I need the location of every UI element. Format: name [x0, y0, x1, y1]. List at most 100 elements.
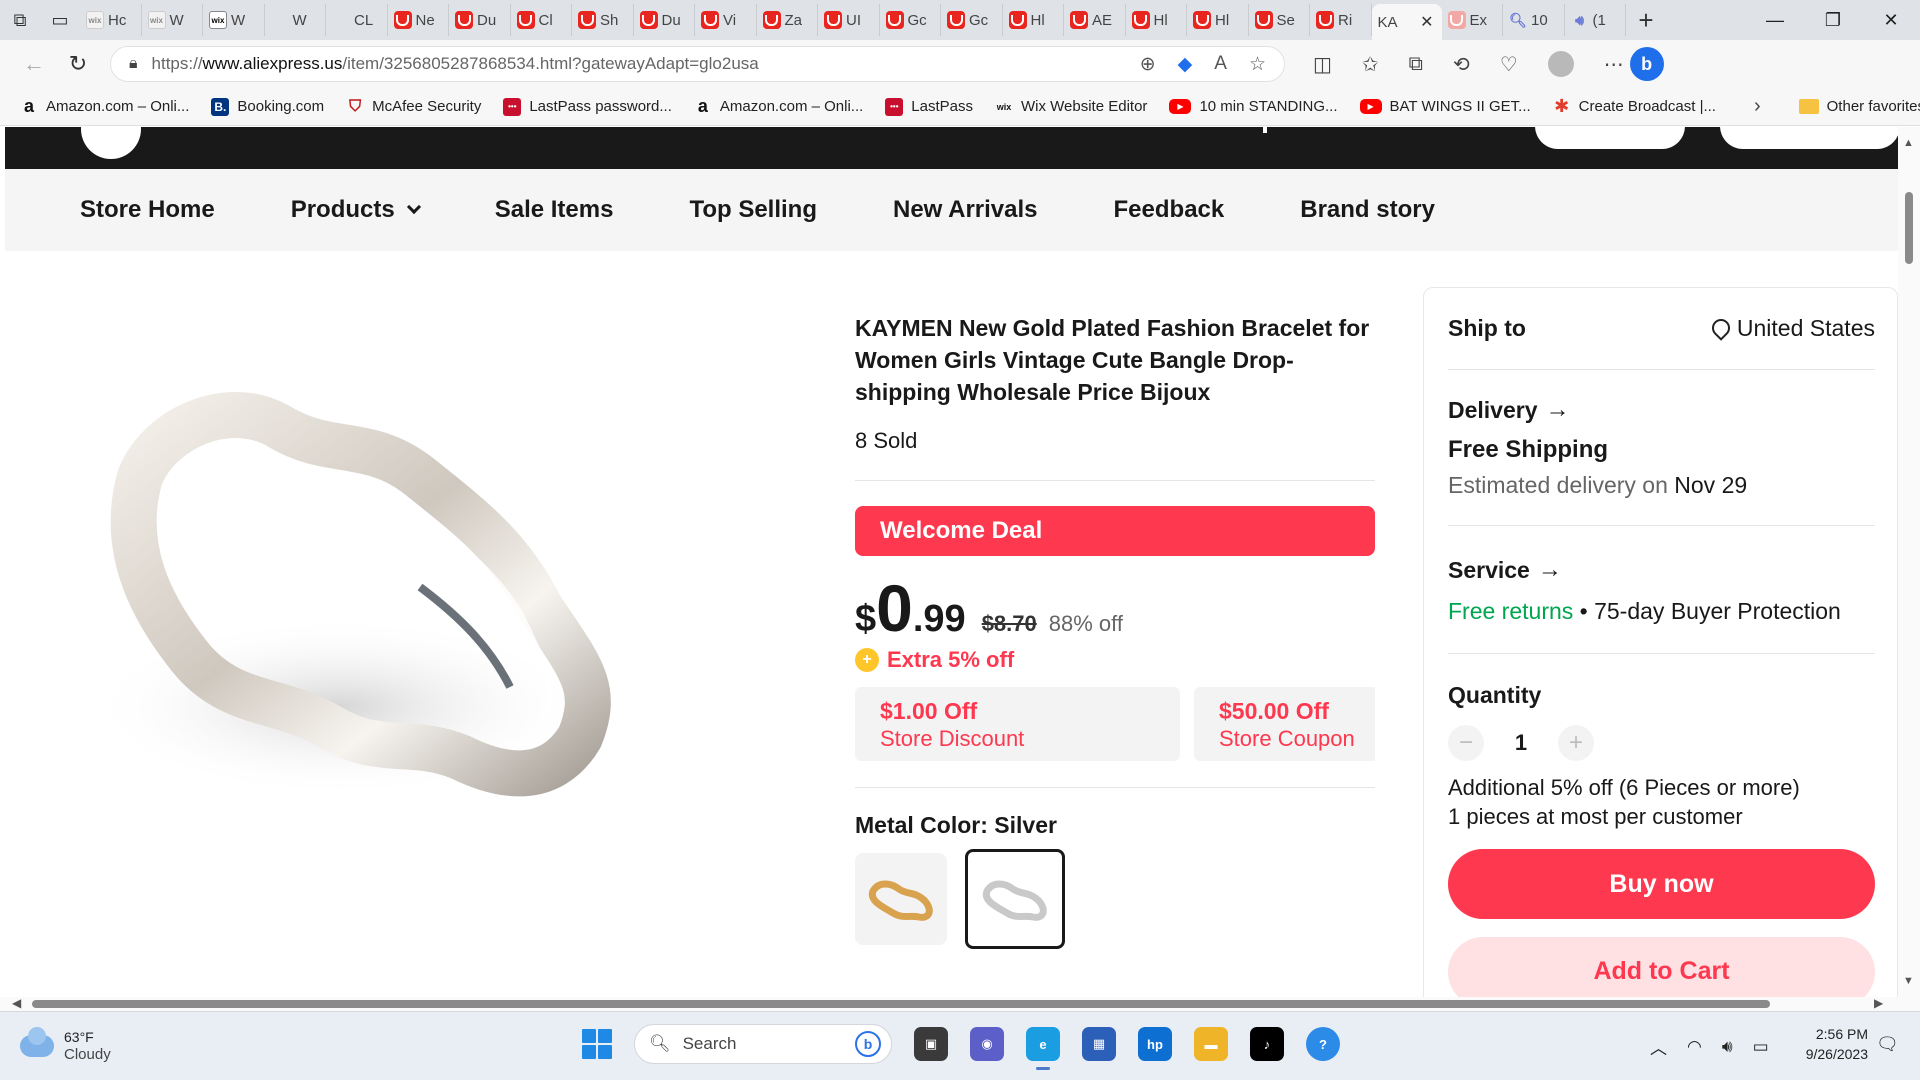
- restore-icon[interactable]: ❐: [1804, 0, 1862, 40]
- read-aloud-icon[interactable]: A: [1214, 53, 1227, 76]
- coupon-card[interactable]: $1.00 Off Store Discount: [855, 687, 1180, 761]
- browser-essentials-icon[interactable]: ♡: [1500, 52, 1518, 77]
- store-logo[interactable]: [81, 127, 141, 159]
- browser-tab[interactable]: UI: [818, 4, 880, 36]
- task-view-icon[interactable]: ▣: [914, 1027, 948, 1061]
- browser-tab[interactable]: Gc: [880, 4, 941, 36]
- close-window-icon[interactable]: ✕: [1862, 0, 1920, 40]
- collections-icon[interactable]: ⧉: [1409, 53, 1423, 76]
- coupon-card[interactable]: $50.00 Off Store Coupon: [1194, 687, 1375, 761]
- favorite-item[interactable]: ••• LastPass: [885, 97, 973, 116]
- scroll-left-icon[interactable]: ◀: [12, 996, 21, 1010]
- favorite-item[interactable]: ▶ 10 min STANDING...: [1169, 98, 1338, 115]
- browser-tab[interactable]: Cl: [511, 4, 572, 36]
- other-favorites[interactable]: Other favorites: [1798, 98, 1920, 115]
- myhp-icon[interactable]: hp: [1138, 1027, 1172, 1061]
- vertical-scrollbar[interactable]: ▲ ▼: [1898, 127, 1920, 997]
- favorite-item[interactable]: ⛉ McAfee Security: [346, 98, 481, 116]
- scroll-down-icon[interactable]: ▼: [1903, 975, 1914, 987]
- back-icon[interactable]: ←: [12, 44, 56, 84]
- split-screen-icon[interactable]: ◫: [1313, 52, 1332, 77]
- more-menu-icon[interactable]: ⋯: [1604, 52, 1624, 77]
- favorites-icon[interactable]: ✩: [1362, 52, 1379, 77]
- notification-icon[interactable]: 🗨︎: [1876, 1034, 1899, 1055]
- new-tab-button[interactable]: +: [1626, 0, 1666, 40]
- nav-new-arrivals[interactable]: New Arrivals: [893, 196, 1038, 224]
- tiktok-icon[interactable]: ♪: [1250, 1027, 1284, 1061]
- nav-store-home[interactable]: Store Home: [80, 196, 215, 224]
- weather-widget[interactable]: 63°F Cloudy: [20, 1027, 111, 1064]
- browser-tab[interactable]: Se: [1249, 4, 1310, 36]
- scroll-up-icon[interactable]: ▲: [1903, 137, 1914, 149]
- minimize-icon[interactable]: —: [1746, 0, 1804, 40]
- zoom-icon[interactable]: ⊕: [1140, 53, 1156, 76]
- file-explorer-icon[interactable]: ▬: [1194, 1027, 1228, 1061]
- nav-top-selling[interactable]: Top Selling: [689, 196, 817, 224]
- bing-copilot-icon[interactable]: b: [1629, 47, 1664, 81]
- tab-actions-icon[interactable]: ▭: [40, 0, 80, 40]
- battery-icon[interactable]: ▭: [1753, 1037, 1769, 1057]
- header-pill-button-2[interactable]: [1720, 127, 1898, 149]
- add-to-cart-button[interactable]: Add to Cart: [1448, 937, 1875, 997]
- browser-tab[interactable]: Du: [634, 4, 695, 36]
- browser-tab[interactable]: CL: [326, 4, 388, 36]
- browser-tab[interactable]: Hl: [1126, 4, 1187, 36]
- ship-to-row[interactable]: Ship to United States: [1448, 288, 1875, 370]
- close-tab-icon[interactable]: ✕: [1420, 12, 1433, 32]
- windows-start-icon[interactable]: [582, 1029, 612, 1059]
- nav-sale-items[interactable]: Sale Items: [495, 196, 614, 224]
- favorite-item[interactable]: ▶ BAT WINGS II GET...: [1359, 98, 1531, 115]
- favorite-item[interactable]: a Amazon.com – Onli...: [694, 96, 863, 116]
- browser-tab[interactable]: AE: [1064, 4, 1126, 36]
- favorite-item[interactable]: ✱ Create Broadcast |...: [1553, 96, 1716, 116]
- service-heading[interactable]: Service →: [1448, 556, 1875, 584]
- header-pill-button[interactable]: [1535, 127, 1685, 149]
- workspaces-icon[interactable]: ⧉: [0, 0, 40, 40]
- browser-tab[interactable]: wix W: [142, 4, 203, 36]
- url-field[interactable]: 🔒︎ https://www.aliexpress.us/item/325680…: [110, 46, 1285, 82]
- delivery-heading[interactable]: Delivery →: [1448, 396, 1875, 424]
- quantity-value[interactable]: 1: [1506, 730, 1536, 756]
- edge-icon[interactable]: e: [1026, 1027, 1060, 1070]
- nav-brand-story[interactable]: Brand story: [1300, 196, 1435, 224]
- history-icon[interactable]: ⟲: [1453, 52, 1470, 77]
- refresh-icon[interactable]: ↻: [56, 44, 100, 84]
- extra-off[interactable]: + Extra 5% off: [855, 647, 1375, 673]
- browser-tab[interactable]: 🔍︎ 10: [1503, 4, 1565, 36]
- favorite-item[interactable]: a Amazon.com – Onli...: [20, 96, 189, 116]
- browser-tab[interactable]: Hl: [1187, 4, 1249, 36]
- browser-tab[interactable]: Du: [449, 4, 511, 36]
- teams-chat-icon[interactable]: ◉: [970, 1027, 1004, 1061]
- scroll-right-icon[interactable]: ▶: [1874, 996, 1883, 1010]
- browser-tab[interactable]: Ri: [1310, 4, 1372, 36]
- product-image[interactable]: [80, 287, 640, 832]
- browser-tab[interactable]: Ex: [1442, 4, 1503, 36]
- store-icon[interactable]: ▦: [1082, 1027, 1116, 1061]
- browser-tab[interactable]: Sh: [572, 4, 634, 36]
- horizontal-scrollbar[interactable]: ◀ ▶: [0, 996, 1920, 1011]
- browser-tab[interactable]: wix Hc: [80, 4, 142, 36]
- favorite-item[interactable]: wix Wix Website Editor: [995, 98, 1148, 116]
- nav-feedback[interactable]: Feedback: [1114, 196, 1225, 224]
- browser-tab[interactable]: 🔊︎ (1: [1565, 4, 1626, 36]
- tab-active[interactable]: KA ✕: [1371, 4, 1442, 40]
- favorites-overflow-icon[interactable]: ›: [1754, 95, 1761, 118]
- browser-tab[interactable]: Za: [757, 4, 818, 36]
- help-icon[interactable]: ?: [1306, 1027, 1340, 1061]
- quantity-plus-button[interactable]: +: [1558, 725, 1594, 761]
- nav-products[interactable]: Products: [291, 196, 421, 224]
- buy-now-button[interactable]: Buy now: [1448, 849, 1875, 919]
- profile-avatar[interactable]: [1547, 51, 1574, 77]
- favorite-item[interactable]: ••• LastPass password...: [503, 97, 672, 116]
- browser-tab[interactable]: Gc: [941, 4, 1003, 36]
- browser-tab[interactable]: W: [265, 4, 326, 36]
- clock[interactable]: 2:56 PM 9/26/2023: [1800, 1024, 1868, 1064]
- wifi-icon[interactable]: ◠: [1687, 1037, 1702, 1057]
- scroll-thumb[interactable]: [1905, 192, 1913, 264]
- scroll-thumb-horizontal[interactable]: [32, 1000, 1770, 1008]
- quantity-minus-button[interactable]: −: [1448, 725, 1484, 761]
- browser-tab[interactable]: Hl: [1003, 4, 1064, 36]
- swatch-silver[interactable]: [965, 849, 1065, 949]
- volume-icon[interactable]: 🔊︎: [1722, 1037, 1733, 1057]
- tray-chevron-up-icon[interactable]: ︿: [1650, 1034, 1667, 1059]
